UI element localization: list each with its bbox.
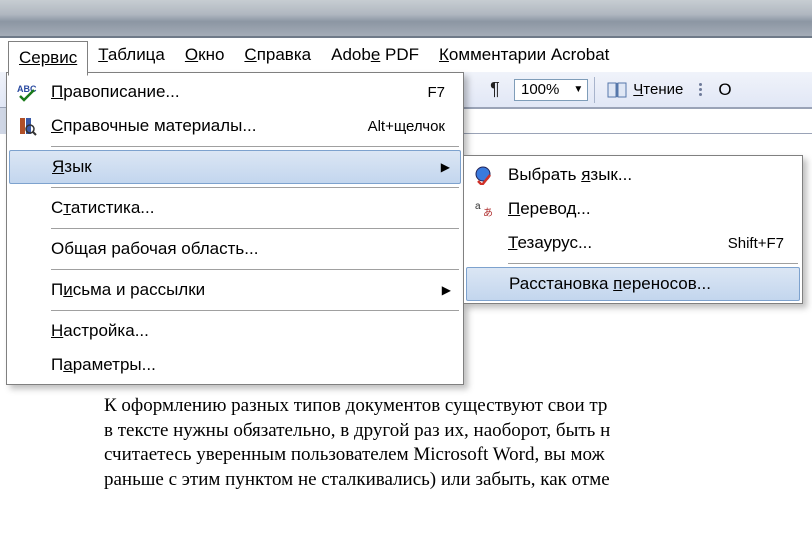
blank-icon	[13, 276, 41, 304]
svg-text:a: a	[475, 201, 481, 212]
menu-table[interactable]: Таблица	[88, 41, 175, 69]
book-icon	[607, 80, 627, 100]
menu-separator	[508, 263, 798, 264]
arrow-right-icon: ▶	[441, 160, 454, 174]
menu-acrobat-label: омментарии Acrobat	[449, 45, 609, 64]
window-titlebar	[0, 0, 812, 38]
arrow-right-icon: ▶	[442, 283, 455, 297]
blank-icon	[13, 351, 41, 379]
blank-icon	[470, 229, 498, 257]
menuitem-spelling[interactable]: ABC Правописание... F7	[9, 75, 461, 109]
menu-service-label: Сервис	[19, 48, 77, 67]
spelling-shortcut: F7	[427, 84, 455, 101]
caret-down-icon: ▼	[573, 84, 583, 95]
menu-window[interactable]: Окно	[175, 41, 235, 69]
menu-service[interactable]: Сервис	[8, 41, 88, 76]
svg-text:ABC: ABC	[17, 84, 37, 94]
blank-icon	[13, 194, 41, 222]
menuitem-translate[interactable]: aあ Перевод...	[466, 192, 800, 226]
menu-help-label: правка	[257, 45, 311, 64]
menuitem-sharedws[interactable]: Общая рабочая область...	[9, 232, 461, 266]
pilcrow-button[interactable]: ¶	[482, 77, 508, 103]
menu-help[interactable]: Справка	[234, 41, 321, 69]
research-icon	[13, 112, 41, 140]
reading-layout-button[interactable]: Чтение	[601, 78, 689, 102]
menuitem-setlang[interactable]: Выбрать язык...	[466, 158, 800, 192]
menuitem-hyphenation[interactable]: Расстановка переносов...	[466, 267, 800, 301]
globe-check-icon	[470, 161, 498, 189]
blank-icon	[14, 153, 42, 181]
menu-adobe[interactable]: Adobe PDF	[321, 41, 429, 69]
blank-icon	[13, 235, 41, 263]
zoom-combo[interactable]: 100% ▼	[514, 79, 588, 101]
menu-acrobat[interactable]: Комментарии Acrobat	[429, 41, 619, 69]
toolbar-gripper[interactable]	[695, 83, 706, 96]
language-submenu: Выбрать язык... aあ Перевод... Тезаурус..…	[463, 155, 803, 304]
svg-text:あ: あ	[483, 207, 493, 219]
menuitem-thesaurus[interactable]: Тезаурус... Shift+F7	[466, 226, 800, 260]
menuitem-research[interactable]: Справочные материалы... Alt+щелчок	[9, 109, 461, 143]
service-dropdown: ABC Правописание... F7 Справочные матери…	[6, 72, 464, 385]
doc-line: К оформлению разных типов документов сущ…	[104, 395, 607, 416]
menuitem-language[interactable]: Язык ▶	[9, 150, 461, 184]
zoom-value: 100%	[521, 81, 559, 98]
doc-line: раньше с этим пунктом не сталкивались) и…	[104, 469, 610, 490]
menu-separator	[51, 187, 459, 188]
menu-separator	[51, 269, 459, 270]
toolbar-separator	[594, 77, 595, 103]
menuitem-options[interactable]: Параметры...	[9, 348, 461, 382]
doc-line: считаетесь уверенным пользователем Micro…	[104, 444, 605, 465]
menu-window-label: кно	[198, 45, 224, 64]
sharedws-label: Общая рабочая область...	[51, 239, 455, 259]
doc-line: в тексте нужны обязательно, в другой раз…	[104, 420, 610, 441]
blank-icon	[13, 317, 41, 345]
spellcheck-icon: ABC	[13, 78, 41, 106]
translate-icon: aあ	[470, 195, 498, 223]
menuitem-mailings[interactable]: Письма и рассылки ▶	[9, 273, 461, 307]
menu-separator	[51, 228, 459, 229]
research-shortcut: Alt+щелчок	[368, 118, 455, 135]
reading-label: тение	[643, 81, 683, 98]
menu-separator	[51, 146, 459, 147]
toolbar-extra: О	[718, 80, 731, 100]
menubar: Сервис Таблица Окно Справка Adobe PDF Ко…	[0, 38, 812, 72]
menu-separator	[51, 310, 459, 311]
menuitem-statistics[interactable]: Статистика...	[9, 191, 461, 225]
thesaurus-shortcut: Shift+F7	[728, 235, 794, 252]
blank-icon	[471, 270, 499, 298]
menuitem-customize[interactable]: Настройка...	[9, 314, 461, 348]
menu-table-label: аблица	[108, 45, 165, 64]
